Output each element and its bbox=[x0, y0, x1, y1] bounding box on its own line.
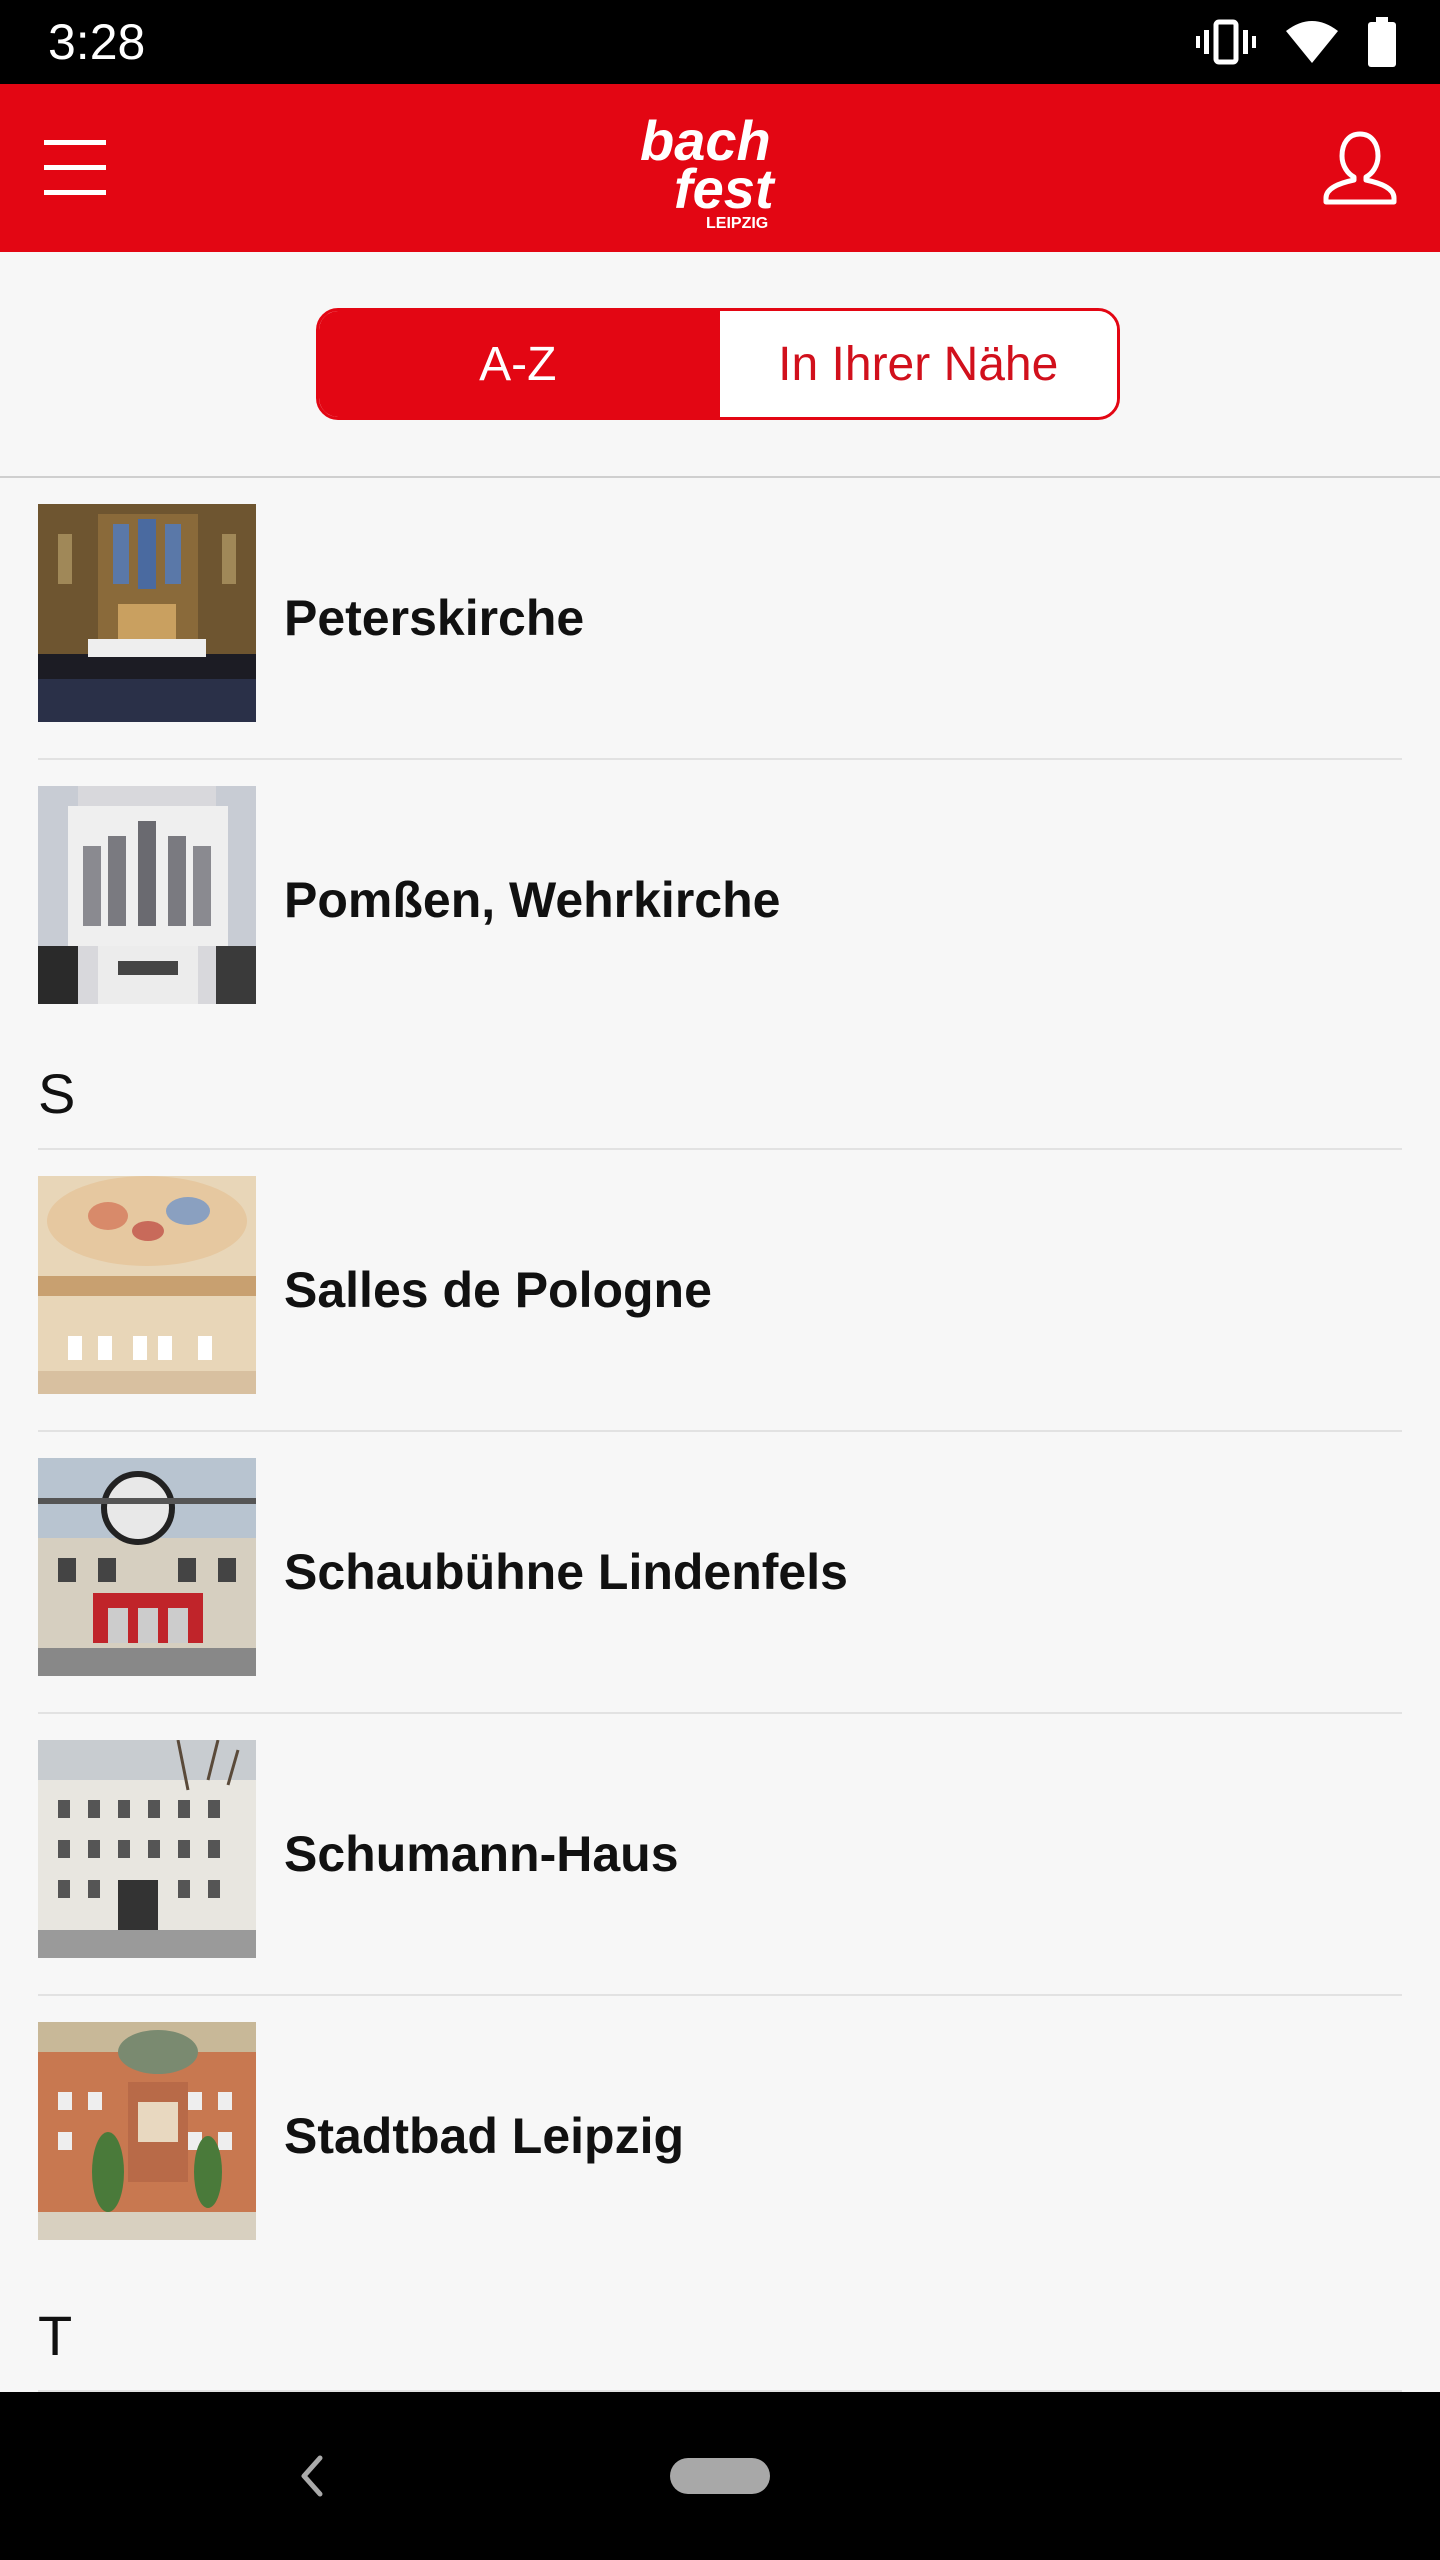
system-nav-bar bbox=[0, 2392, 1440, 2560]
app-header: bach fest LEIPZIG bbox=[0, 84, 1440, 252]
wifi-icon bbox=[1284, 19, 1340, 65]
section-header: T bbox=[38, 2276, 1402, 2392]
home-pill-button[interactable] bbox=[670, 2458, 770, 2494]
sort-segmented-control: A-Z In Ihrer Nähe bbox=[316, 308, 1120, 420]
tab-a-z[interactable]: A-Z bbox=[319, 311, 717, 417]
venue-title: Schaubühne Lindenfels bbox=[284, 1544, 848, 1600]
list-item[interactable]: Pomßen, Wehrkirche bbox=[38, 760, 1402, 1040]
filter-area: A-Z In Ihrer Nähe bbox=[0, 252, 1440, 478]
profile-button[interactable] bbox=[1320, 128, 1400, 208]
section-header: S bbox=[38, 1040, 1402, 1150]
logo-line-2: fest bbox=[674, 157, 776, 220]
venue-list: Peterskirche Pomßen, Wehrkirche S Salles… bbox=[0, 478, 1440, 2392]
list-item[interactable]: Stadtbad Leipzig bbox=[38, 1996, 1402, 2276]
venue-thumbnail bbox=[38, 2022, 256, 2240]
status-bar: 3:28 bbox=[0, 0, 1440, 84]
venue-thumbnail bbox=[38, 1740, 256, 1958]
back-button[interactable] bbox=[290, 2444, 334, 2508]
status-time: 3:28 bbox=[48, 14, 146, 70]
list-item[interactable]: Peterskirche bbox=[38, 478, 1402, 760]
list-item[interactable]: Schaubühne Lindenfels bbox=[38, 1432, 1402, 1714]
venue-title: Pomßen, Wehrkirche bbox=[284, 872, 781, 928]
venue-thumbnail bbox=[38, 504, 256, 722]
battery-icon bbox=[1368, 17, 1396, 67]
logo-line-3: LEIPZIG bbox=[706, 215, 768, 232]
list-item[interactable]: Schumann-Haus bbox=[38, 1714, 1402, 1996]
list-item[interactable]: Salles de Pologne bbox=[38, 1150, 1402, 1432]
bachfest-logo: bach fest LEIPZIG bbox=[634, 109, 806, 232]
vibrate-icon bbox=[1196, 18, 1256, 66]
venue-title: Stadtbad Leipzig bbox=[284, 2108, 684, 2164]
tab-nearby[interactable]: In Ihrer Nähe bbox=[716, 311, 1117, 417]
user-icon bbox=[1323, 131, 1397, 205]
section-letter: T bbox=[38, 2304, 73, 2367]
venue-thumbnail bbox=[38, 786, 256, 1004]
venue-title: Schumann-Haus bbox=[284, 1826, 679, 1882]
status-icons bbox=[1196, 16, 1396, 68]
venue-thumbnail bbox=[38, 1176, 256, 1394]
venue-title: Peterskirche bbox=[284, 590, 585, 646]
venue-title: Salles de Pologne bbox=[284, 1262, 712, 1318]
venue-thumbnail bbox=[38, 1458, 256, 1676]
back-chevron-icon bbox=[301, 2455, 323, 2497]
menu-button[interactable] bbox=[40, 128, 114, 208]
section-letter: S bbox=[38, 1062, 76, 1125]
hamburger-icon bbox=[44, 140, 106, 195]
